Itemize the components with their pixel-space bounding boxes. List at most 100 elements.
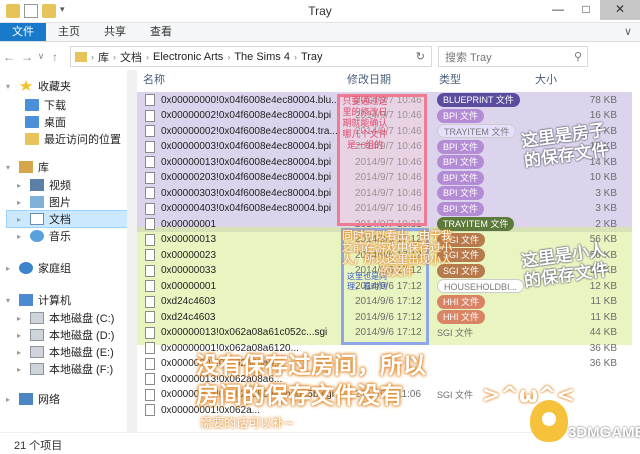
column-header-size[interactable]: 大小 <box>529 70 609 89</box>
chevron-right-icon[interactable]: ▸ <box>17 365 25 374</box>
sidebar-item-documents[interactable]: ▸ 文档 <box>17 211 71 227</box>
file-type-cell <box>433 355 531 372</box>
annotation-small-note: 需要的话可以补~ <box>200 416 295 430</box>
sidebar-item-pictures[interactable]: ▸ 图片 <box>17 194 71 210</box>
search-box[interactable]: 搜索 Tray ⚲ <box>438 46 588 67</box>
tab-file[interactable]: 文件 <box>0 23 46 41</box>
sidebar-item-label: 图片 <box>49 197 71 209</box>
file-icon <box>145 280 155 292</box>
watermark: 3DMGAME <box>530 400 640 450</box>
chevron-right-icon[interactable]: ▸ <box>6 264 14 273</box>
close-button[interactable]: ✕ <box>600 0 640 20</box>
search-input[interactable]: 搜索 Tray <box>445 49 569 65</box>
file-icon <box>145 156 155 168</box>
sidebar-item-label: 文档 <box>49 214 71 226</box>
breadcrumb-tray[interactable]: Tray <box>301 51 323 63</box>
chevron-right-icon[interactable]: › <box>113 52 116 62</box>
file-type-cell: HHI 文件 <box>433 310 531 324</box>
breadcrumb-libraries[interactable]: 库 <box>98 49 109 65</box>
sidebar-item-favorites[interactable]: ▾ 收藏夹 <box>6 78 71 94</box>
chevron-right-icon[interactable]: › <box>146 52 149 62</box>
chevron-right-icon[interactable]: ▸ <box>17 331 25 340</box>
file-size: 3 KB <box>595 203 617 214</box>
file-type: BPI 文件 <box>437 139 485 154</box>
drive-icon <box>30 363 44 375</box>
back-button[interactable]: ← <box>0 50 18 64</box>
chevron-right-icon[interactable]: › <box>227 52 230 62</box>
file-type-cell: BPI 文件 <box>433 139 531 154</box>
column-header-date[interactable]: 修改日期 <box>341 70 433 89</box>
file-type: HHI 文件 <box>437 310 486 324</box>
sidebar-item-drive-f[interactable]: ▸ 本地磁盘 (F:) <box>17 361 113 377</box>
chevron-down-icon[interactable]: ▾ <box>6 163 14 172</box>
sidebar-item-music[interactable]: ▸ 音乐 <box>17 228 71 244</box>
document-icon <box>30 213 44 225</box>
sidebar-item-downloads[interactable]: 下载 <box>25 97 66 113</box>
chevron-right-icon[interactable]: ▸ <box>17 181 25 190</box>
sidebar-item-label: 家庭组 <box>38 263 71 275</box>
chevron-right-icon[interactable]: ▸ <box>6 395 14 404</box>
mascot-eye <box>542 412 556 426</box>
sidebar-item-label: 库 <box>38 162 49 174</box>
breadcrumb-electronic-arts[interactable]: Electronic Arts <box>153 51 223 63</box>
file-icon <box>145 233 155 246</box>
recent-locations-button[interactable]: ∨ <box>36 51 46 62</box>
navigation-pane: ▾ 收藏夹 下载 桌面 最近访问的位置 ▾ 库 ▸ 视频 ▸ 图片 ▸ 文档 ▸… <box>0 70 137 432</box>
maximize-button[interactable]: □ <box>572 0 600 20</box>
file-name: 0xd24c4603 <box>161 311 216 323</box>
tab-share[interactable]: 共享 <box>92 23 138 41</box>
sidebar-item-desktop[interactable]: 桌面 <box>25 114 66 130</box>
minimize-button[interactable]: — <box>544 0 572 20</box>
tab-home[interactable]: 主页 <box>46 23 92 41</box>
chevron-right-icon[interactable]: › <box>91 52 94 62</box>
sidebar-item-videos[interactable]: ▸ 视频 <box>17 177 71 193</box>
music-icon <box>30 230 44 242</box>
breadcrumb-documents[interactable]: 文档 <box>120 49 142 65</box>
drive-icon <box>30 329 44 341</box>
chevron-down-icon[interactable]: ▾ <box>6 296 14 305</box>
sidebar-item-network[interactable]: ▸ 网络 <box>6 391 60 407</box>
file-type: SGI 文件 <box>437 327 474 338</box>
chevron-right-icon[interactable]: ▸ <box>17 215 25 224</box>
file-type: BPI 文件 <box>437 155 485 169</box>
drive-icon <box>30 346 44 358</box>
sidebar-item-libraries[interactable]: ▾ 库 <box>6 159 49 175</box>
chevron-right-icon[interactable]: ▸ <box>17 348 25 357</box>
file-type-cell: BPI 文件 <box>433 170 531 185</box>
watermark-text: 3DMGAME <box>568 424 640 441</box>
column-header-name[interactable]: 名称 <box>137 70 341 89</box>
expand-ribbon-icon[interactable]: ∨ <box>616 23 640 41</box>
column-header-type[interactable]: 类型 <box>433 70 529 89</box>
sidebar-item-drive-c[interactable]: ▸ 本地磁盘 (C:) <box>17 310 114 326</box>
sidebar-item-label: 本地磁盘 (F:) <box>49 364 114 376</box>
sidebar-item-label: 视频 <box>49 180 71 192</box>
chevron-down-icon[interactable]: ▾ <box>6 82 14 91</box>
sidebar-item-homegroup[interactable]: ▸ 家庭组 <box>6 260 71 276</box>
sidebar-item-drive-d[interactable]: ▸ 本地磁盘 (D:) <box>17 327 114 343</box>
file-size: 36 KB <box>589 358 617 369</box>
breadcrumb-the-sims-4[interactable]: The Sims 4 <box>234 51 290 63</box>
file-type: TRAYITEM 文件 <box>437 124 517 138</box>
file-icon <box>145 342 155 354</box>
forward-button[interactable]: → <box>18 50 36 64</box>
file-icon <box>145 218 155 230</box>
file-type: BPI 文件 <box>437 108 485 123</box>
sidebar-item-computer[interactable]: ▾ 计算机 <box>6 292 71 308</box>
tab-view[interactable]: 查看 <box>138 23 184 41</box>
file-icon <box>145 187 155 199</box>
address-bar[interactable]: › 库 › 文档 › Electronic Arts › The Sims 4 … <box>70 46 432 67</box>
sidebar-item-recent[interactable]: 最近访问的位置 <box>25 131 121 147</box>
file-name: 0x00000013 <box>161 234 217 245</box>
item-count: 21 个项目 <box>14 440 63 452</box>
up-button[interactable]: ↑ <box>46 50 64 64</box>
sidebar-scrollbar[interactable] <box>127 70 137 432</box>
refresh-icon[interactable]: ↻ <box>410 50 431 63</box>
sidebar-item-label: 收藏夹 <box>38 81 71 93</box>
sidebar-item-drive-e[interactable]: ▸ 本地磁盘 (E:) <box>17 344 114 360</box>
search-icon[interactable]: ⚲ <box>569 50 587 63</box>
file-name: 0x00000000!0x04f6008e4ec80004.blu... <box>161 94 340 106</box>
chevron-right-icon[interactable]: ▸ <box>17 314 25 323</box>
chevron-right-icon[interactable]: › <box>294 52 297 62</box>
chevron-right-icon[interactable]: ▸ <box>17 232 25 241</box>
chevron-right-icon[interactable]: ▸ <box>17 198 25 207</box>
